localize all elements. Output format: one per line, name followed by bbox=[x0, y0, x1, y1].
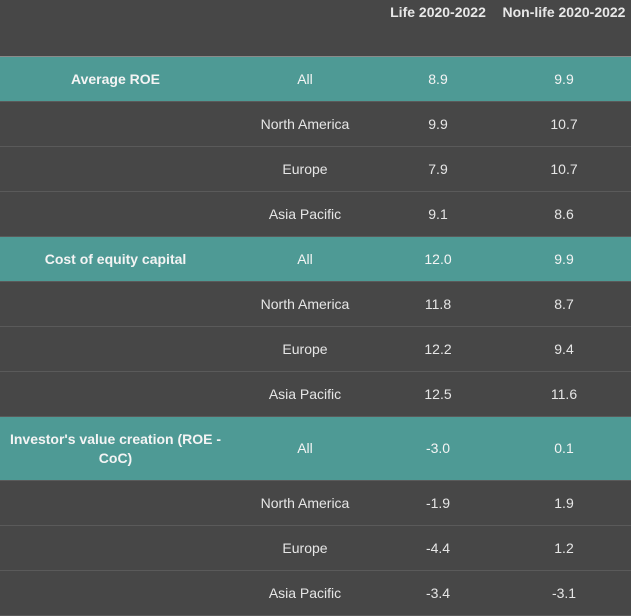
table-row: Cost of equity capital All 12.0 9.9 bbox=[0, 236, 631, 282]
life-cell: 8.9 bbox=[379, 56, 497, 102]
table-row: Investor's value creation (ROE - CoC) Al… bbox=[0, 416, 631, 481]
table-row: North America -1.9 1.9 bbox=[0, 480, 631, 526]
table-row: Asia Pacific 12.5 11.6 bbox=[0, 371, 631, 417]
nonlife-cell: 10.7 bbox=[497, 101, 631, 147]
header-life: Life 2020-2022 bbox=[379, 0, 497, 57]
nonlife-cell: 8.7 bbox=[497, 281, 631, 327]
region-cell: Asia Pacific bbox=[231, 570, 379, 616]
table-row: North America 9.9 10.7 bbox=[0, 101, 631, 147]
nonlife-cell: -3.1 bbox=[497, 570, 631, 616]
nonlife-cell: 9.9 bbox=[497, 56, 631, 102]
table-row: Europe 12.2 9.4 bbox=[0, 326, 631, 372]
group-label bbox=[0, 480, 231, 526]
region-cell: Asia Pacific bbox=[231, 371, 379, 417]
life-cell: 9.1 bbox=[379, 191, 497, 237]
region-cell: North America bbox=[231, 480, 379, 526]
group-label bbox=[0, 191, 231, 237]
life-cell: 7.9 bbox=[379, 146, 497, 192]
life-cell: -3.4 bbox=[379, 570, 497, 616]
header-label bbox=[0, 0, 231, 57]
nonlife-cell: 9.9 bbox=[497, 236, 631, 282]
life-cell: -3.0 bbox=[379, 416, 497, 481]
nonlife-cell: 8.6 bbox=[497, 191, 631, 237]
life-cell: 12.2 bbox=[379, 326, 497, 372]
header-region bbox=[231, 0, 379, 57]
group-label bbox=[0, 146, 231, 192]
group-label bbox=[0, 326, 231, 372]
life-cell: -1.9 bbox=[379, 480, 497, 526]
group-label bbox=[0, 101, 231, 147]
life-cell: 11.8 bbox=[379, 281, 497, 327]
region-cell: All bbox=[231, 236, 379, 282]
group-label: Investor's value creation (ROE - CoC) bbox=[0, 416, 231, 481]
table-row: North America 11.8 8.7 bbox=[0, 281, 631, 327]
table-row: Asia Pacific -3.4 -3.1 bbox=[0, 570, 631, 616]
nonlife-cell: 10.7 bbox=[497, 146, 631, 192]
group-label bbox=[0, 371, 231, 417]
life-cell: 12.5 bbox=[379, 371, 497, 417]
table-row: Average ROE All 8.9 9.9 bbox=[0, 56, 631, 102]
region-cell: Asia Pacific bbox=[231, 191, 379, 237]
nonlife-cell: 0.1 bbox=[497, 416, 631, 481]
data-table: Life 2020-2022 Non-life 2020-2022 Averag… bbox=[0, 0, 631, 616]
table-row: Europe 7.9 10.7 bbox=[0, 146, 631, 192]
region-cell: Europe bbox=[231, 326, 379, 372]
region-cell: North America bbox=[231, 101, 379, 147]
life-cell: 12.0 bbox=[379, 236, 497, 282]
nonlife-cell: 9.4 bbox=[497, 326, 631, 372]
region-cell: North America bbox=[231, 281, 379, 327]
group-label bbox=[0, 525, 231, 571]
life-cell: 9.9 bbox=[379, 101, 497, 147]
table-row: Asia Pacific 9.1 8.6 bbox=[0, 191, 631, 237]
group-label bbox=[0, 570, 231, 616]
group-label: Average ROE bbox=[0, 56, 231, 102]
table-row: Europe -4.4 1.2 bbox=[0, 525, 631, 571]
header-nonlife: Non-life 2020-2022 bbox=[497, 0, 631, 57]
region-cell: Europe bbox=[231, 146, 379, 192]
table-header-row: Life 2020-2022 Non-life 2020-2022 bbox=[0, 0, 631, 57]
nonlife-cell: 11.6 bbox=[497, 371, 631, 417]
region-cell: All bbox=[231, 416, 379, 481]
group-label: Cost of equity capital bbox=[0, 236, 231, 282]
region-cell: All bbox=[231, 56, 379, 102]
group-label bbox=[0, 281, 231, 327]
life-cell: -4.4 bbox=[379, 525, 497, 571]
nonlife-cell: 1.2 bbox=[497, 525, 631, 571]
nonlife-cell: 1.9 bbox=[497, 480, 631, 526]
region-cell: Europe bbox=[231, 525, 379, 571]
